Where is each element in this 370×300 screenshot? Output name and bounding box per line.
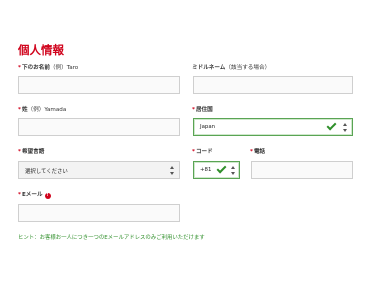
check-icon <box>326 120 337 131</box>
last-name-note: （例）Yamada <box>27 107 67 113</box>
email-label: *Eメール! <box>18 191 51 199</box>
required-mark: * <box>18 149 21 155</box>
phone-input[interactable] <box>251 161 353 179</box>
middle-name-label-text: ミドルネーム <box>192 65 226 71</box>
residence-value: Japan <box>200 124 216 130</box>
required-mark: * <box>192 149 195 155</box>
country-code-label: *コード <box>192 148 213 156</box>
phone-label: *電話 <box>250 148 265 156</box>
country-code-label-text: コード <box>195 149 213 155</box>
residence-select[interactable]: Japan <box>193 118 353 136</box>
residence-label-text: 居住国 <box>195 107 213 113</box>
language-label-text: 希望言語 <box>21 149 45 155</box>
first-name-input[interactable] <box>18 76 180 94</box>
first-name-note: （例）Taro <box>49 65 79 71</box>
language-value: 選択してください <box>25 169 68 175</box>
chevron-updown-icon <box>343 123 348 132</box>
section-title: 個人情報 <box>18 43 64 57</box>
residence-label: *居住国 <box>192 106 213 114</box>
info-icon[interactable]: ! <box>44 193 51 199</box>
country-code-value: +81 <box>200 167 212 173</box>
chevron-updown-icon <box>231 166 236 175</box>
check-icon <box>216 163 227 174</box>
email-input[interactable] <box>18 204 180 222</box>
language-label: *希望言語 <box>18 148 44 156</box>
last-name-label: *姓（例）Yamada <box>18 106 66 114</box>
middle-name-input[interactable] <box>193 76 353 94</box>
required-mark: * <box>18 65 21 71</box>
last-name-input[interactable] <box>18 118 180 136</box>
first-name-label: *下のお名前（例）Taro <box>18 64 78 72</box>
email-hint: ヒント：お客様お一人につき一つのEメールアドレスのみご利用いただけます <box>18 235 205 241</box>
language-select[interactable]: 選択してください <box>18 161 180 179</box>
email-label-text: Eメール <box>21 192 43 198</box>
middle-name-label: ミドルネーム（該当する場合） <box>192 64 270 72</box>
chevron-updown-icon <box>170 166 175 175</box>
required-mark: * <box>18 107 21 113</box>
phone-label-text: 電話 <box>253 149 266 155</box>
required-mark: * <box>192 107 195 113</box>
first-name-label-text: 下のお名前 <box>21 65 50 71</box>
required-mark: * <box>18 192 21 198</box>
required-mark: * <box>250 149 253 155</box>
country-code-select[interactable]: +81 <box>193 161 240 179</box>
middle-name-note: （該当する場合） <box>225 65 271 71</box>
